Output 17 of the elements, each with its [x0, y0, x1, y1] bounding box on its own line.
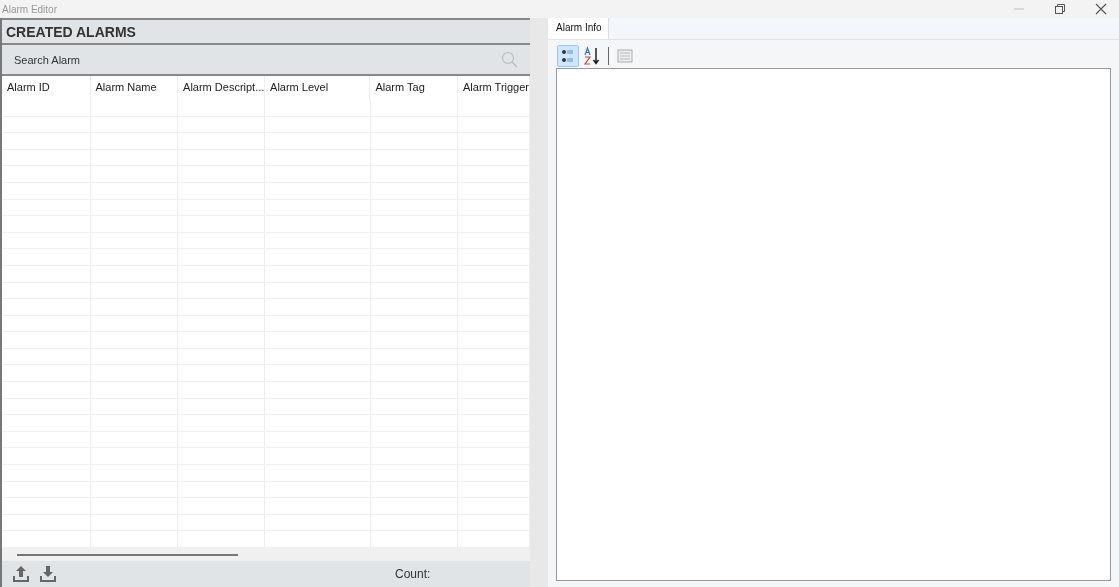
scrollbar-thumb[interactable]	[17, 553, 238, 556]
panel-title: CREATED ALARMS	[2, 18, 530, 45]
search-field[interactable]: Search Alarm	[12, 52, 501, 67]
column-header[interactable]: Alarm Descript...	[178, 76, 266, 100]
column-header[interactable]: Alarm Name	[90, 76, 179, 100]
column-header[interactable]: Alarm ID	[2, 76, 91, 100]
tab[interactable]: Alarm Info	[548, 18, 609, 39]
search-bar[interactable]: Search Alarm	[2, 45, 530, 76]
count-label: Count:	[395, 567, 431, 581]
download-icon[interactable]	[39, 565, 57, 583]
window-title: Alarm Editor	[1, 3, 57, 15]
close-icon[interactable]	[1095, 3, 1107, 15]
upload-icon[interactable]	[12, 565, 30, 583]
column-header[interactable]: Alarm Tag	[370, 76, 458, 100]
categorized-icon[interactable]	[557, 45, 579, 67]
restore-icon[interactable]	[1054, 3, 1066, 15]
column-header[interactable]: Alarm Level	[265, 76, 371, 100]
